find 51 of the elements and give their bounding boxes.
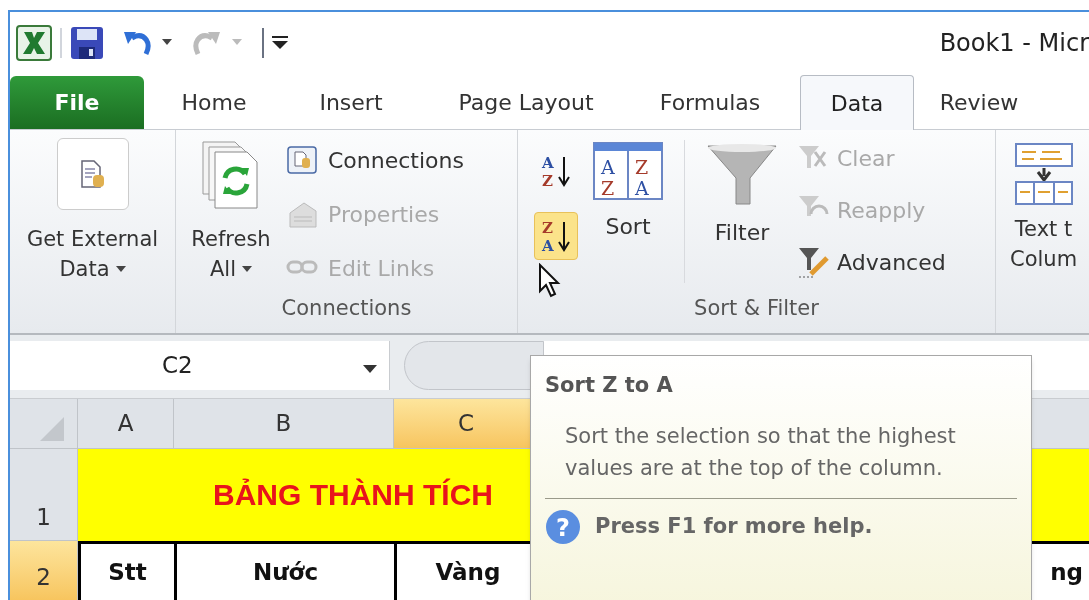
button-label: All [209,256,236,283]
get-external-data-button[interactable]: Get External Data [10,130,175,333]
ribbon-button[interactable]: Connections [286,142,464,178]
name-box[interactable]: C2 [10,341,390,390]
button-label: Text t [1013,216,1074,243]
database-document-icon [79,159,106,189]
ribbon-tab[interactable]: Formulas [634,76,786,129]
corner-triangle-icon [40,417,64,441]
filter-button[interactable]: Filter [697,130,787,293]
mouse-pointer-icon [538,263,562,299]
row-header[interactable]: 1 [10,449,78,541]
save-icon [70,26,104,60]
ribbon-tab[interactable]: Data [800,75,914,130]
sheet-title: BẢNG THÀNH TÍCH [213,476,493,513]
caret-icon [232,39,244,47]
customize-toolbar-icon [272,36,288,50]
tooltip-title: Sort Z to A [545,372,674,399]
help-hint: Press F1 for more help. [595,512,873,540]
caret-icon [162,39,174,47]
caret-icon [115,266,126,272]
excel-logo-icon [16,25,52,61]
sort-dialog-icon: A Z Z A [593,142,663,200]
sort-button[interactable]: A Z Z A Sort [584,130,672,293]
refresh-all-button[interactable]: Refresh All [176,130,286,293]
advanced-filter-icon [797,246,829,278]
group-label: Connections [280,295,413,322]
ribbon-tab[interactable]: Page Layout [418,76,634,129]
ribbon-tab[interactable]: Review [914,76,1044,129]
button-label: Get External [26,226,159,253]
connections-icon [286,145,318,175]
funnel-icon [706,142,778,208]
button-label: Colum [1010,246,1078,273]
dropdown-arrow-icon [363,365,377,373]
table-header-cell: Nước [174,541,394,600]
sort-z-to-a-button[interactable]: Z A [534,212,578,260]
text-to-columns-button[interactable]: Text t Colum [996,130,1078,274]
button-label: Data [59,256,110,283]
ribbon-tab[interactable]: Insert [284,76,418,129]
tooltip-description: Sort the selection so that the highest values are at the top of the column. [564,422,957,482]
row-header[interactable]: 2 [10,541,78,600]
group-label: Sort & Filter [693,295,820,322]
column-header[interactable]: A [78,399,174,448]
ribbon-button[interactable]: Advanced [797,244,946,280]
caret-icon [242,266,252,272]
window-title: Book1 - Micr [939,28,1089,59]
table-header-cell: Stt [78,541,174,600]
button-label: Refresh [191,226,271,253]
help-icon: ? [545,508,581,545]
ribbon-tab[interactable]: File [10,76,144,129]
formula-bar-divider-handle[interactable] [404,341,544,390]
ribbon-tab[interactable]: Home [144,76,284,129]
